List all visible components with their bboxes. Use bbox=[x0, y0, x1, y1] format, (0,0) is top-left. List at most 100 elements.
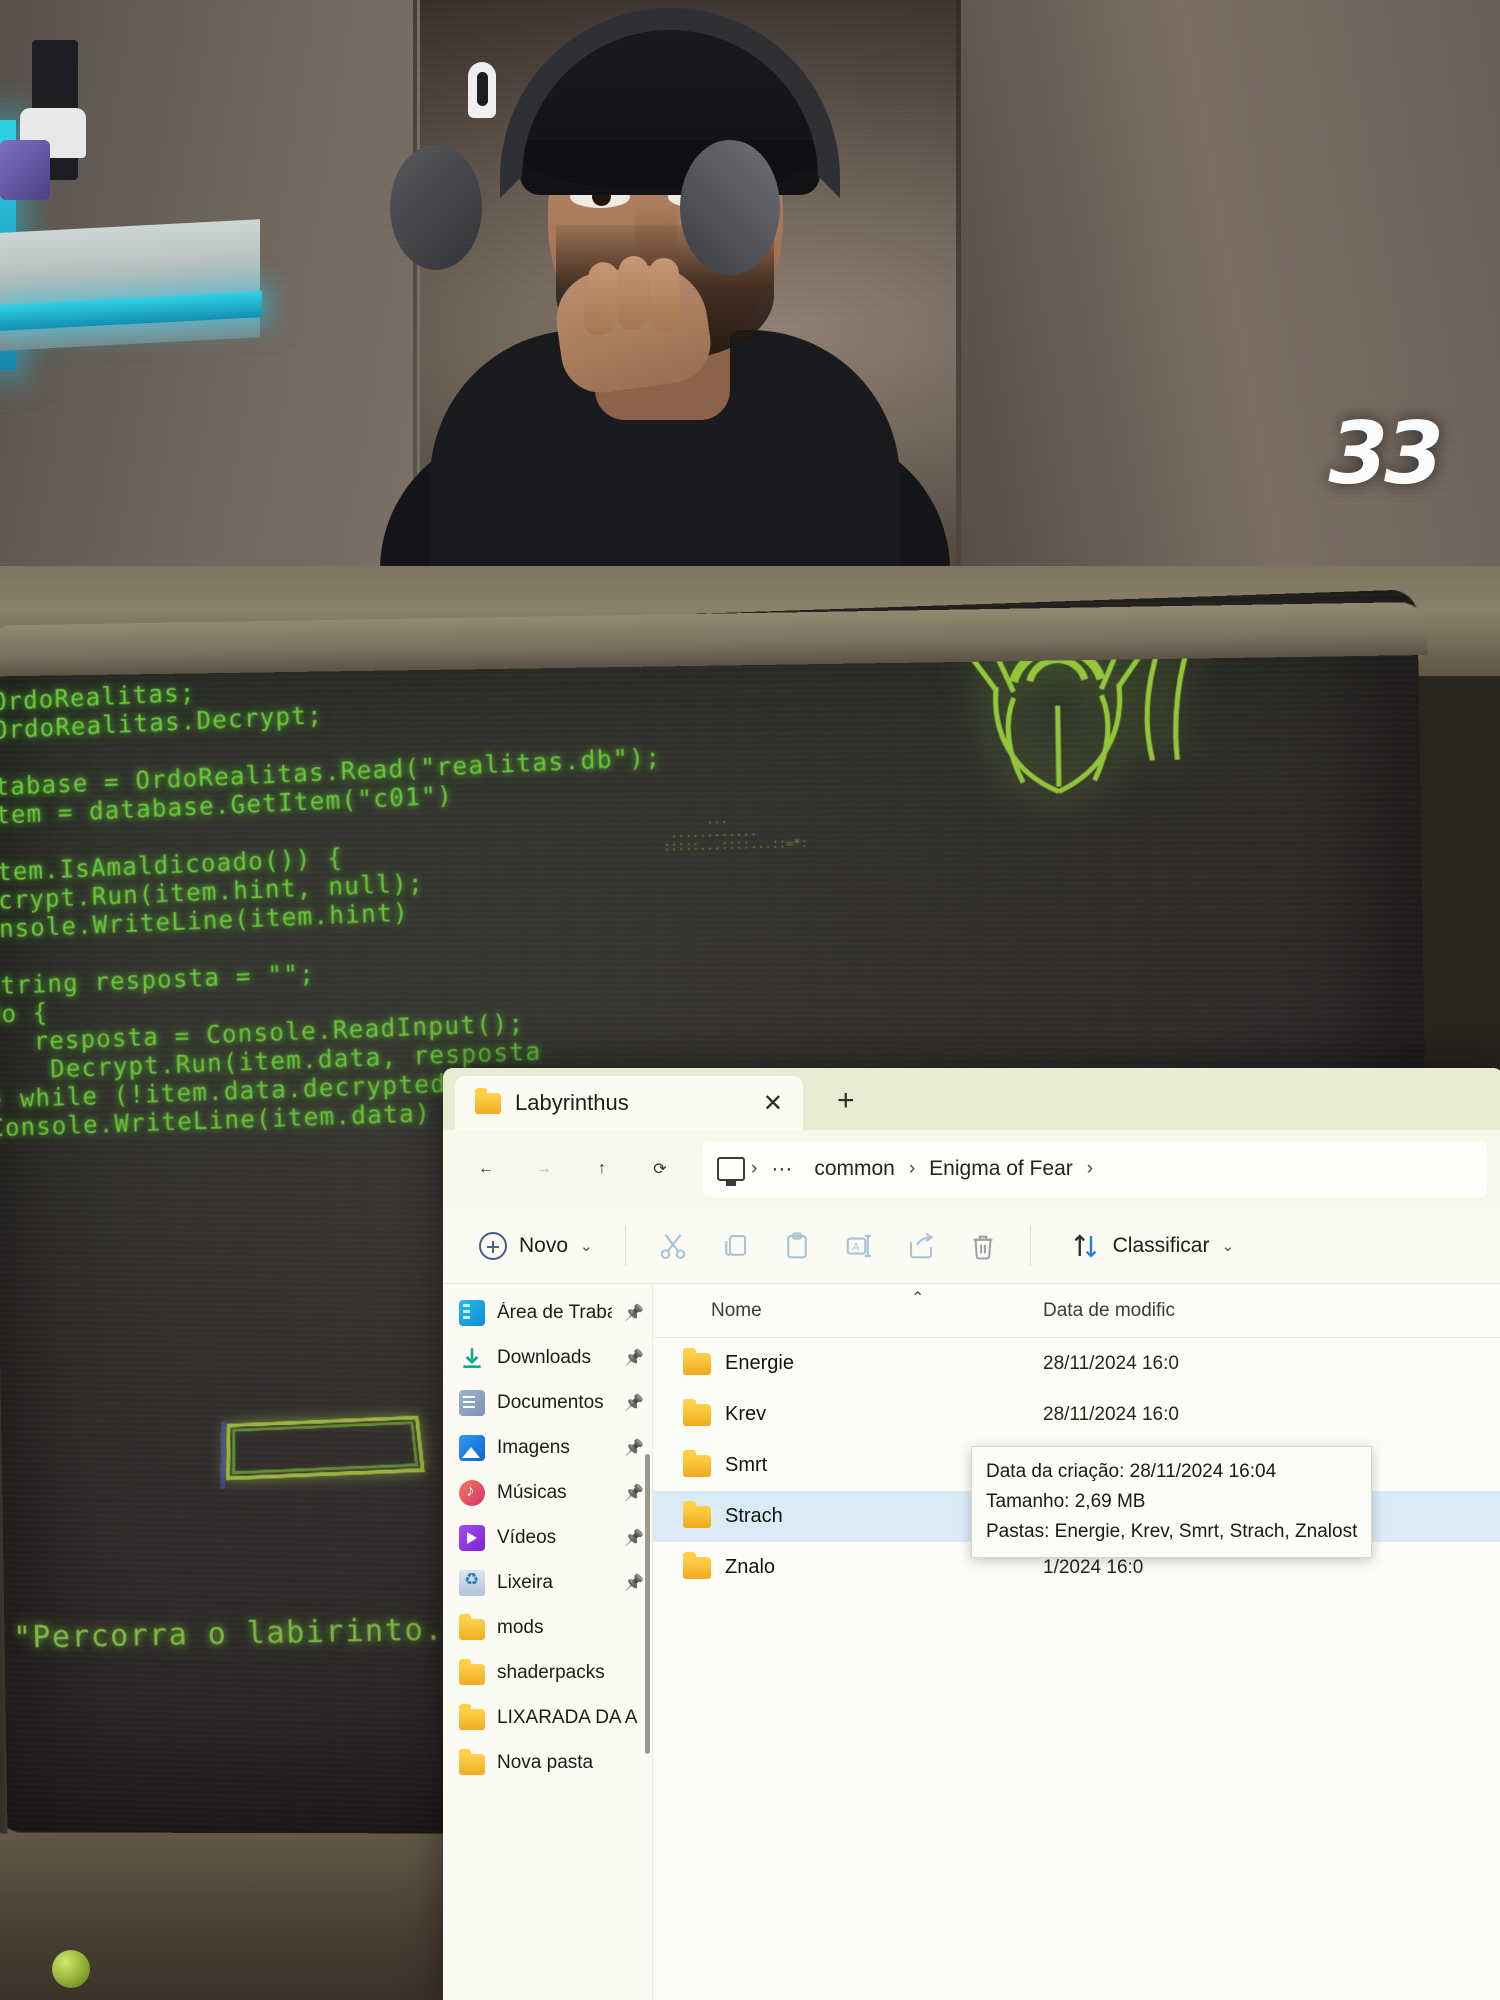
sidebar-item-lixarada-da-a[interactable]: LIXARADA DA A bbox=[443, 1695, 652, 1740]
new-tab-button[interactable]: + bbox=[837, 1084, 855, 1130]
tab-labyrinthus[interactable]: Labyrinthus ✕ bbox=[455, 1076, 803, 1130]
refresh-button[interactable]: ⟳ bbox=[633, 1142, 687, 1196]
back-button[interactable]: ← bbox=[459, 1142, 513, 1196]
this-pc-icon[interactable] bbox=[717, 1157, 745, 1186]
pin-icon[interactable]: 📌 bbox=[624, 1483, 644, 1503]
sidebar-item-lixeira[interactable]: Lixeira 📌 bbox=[443, 1560, 652, 1605]
desk-surface bbox=[0, 219, 260, 351]
file-row-name-cell: Krev bbox=[653, 1398, 1043, 1426]
sidebar-item-downloads[interactable]: Downloads 📌 bbox=[443, 1335, 652, 1380]
tooltip-line-folders: Pastas: Energie, Krev, Smrt, Strach, Zna… bbox=[986, 1521, 1358, 1542]
sidebar-item-label: Lixeira bbox=[497, 1571, 553, 1593]
sidebar-item-label: Área de Traba bbox=[497, 1301, 613, 1323]
close-icon[interactable]: ✕ bbox=[757, 1089, 789, 1118]
sidebar-item-label: Downloads bbox=[497, 1346, 591, 1368]
svg-text:A: A bbox=[852, 1241, 860, 1253]
toolbar-divider-2 bbox=[1029, 1225, 1031, 1266]
file-row-name-cell: Znalo bbox=[653, 1551, 1043, 1579]
sidebar-item-documentos[interactable]: Documentos 📌 bbox=[443, 1380, 652, 1425]
folder-tooltip: Data da criação: 28/11/2024 16:04 Tamanh… bbox=[971, 1446, 1373, 1558]
column-header-modified[interactable]: Data de modific bbox=[1043, 1300, 1500, 1322]
delete-icon[interactable] bbox=[954, 1220, 1012, 1272]
paste-icon[interactable] bbox=[768, 1220, 826, 1272]
file-row-name: Smrt bbox=[725, 1454, 768, 1476]
column-header-name[interactable]: Nome ⌃ bbox=[653, 1290, 1043, 1322]
sidebar-item-label: Imagens bbox=[497, 1436, 570, 1458]
pin-icon[interactable]: 📌 bbox=[624, 1528, 644, 1548]
breadcrumb-common[interactable]: common bbox=[806, 1153, 903, 1185]
pin-icon[interactable]: 📌 bbox=[624, 1393, 644, 1413]
nba-logo-icon bbox=[468, 62, 496, 118]
cut-icon[interactable] bbox=[644, 1220, 702, 1272]
table-row[interactable]: Energie 28/11/2024 16:0 bbox=[653, 1338, 1500, 1389]
folder-icon bbox=[683, 1500, 711, 1528]
sort-button-label: Classificar bbox=[1112, 1233, 1210, 1257]
headphone-earcup-right bbox=[680, 140, 780, 275]
folder-icon bbox=[683, 1347, 711, 1375]
desktop-icon bbox=[459, 1299, 485, 1326]
forward-button[interactable]: → bbox=[517, 1142, 571, 1196]
breadcrumb-enigma-of-fear[interactable]: Enigma of Fear bbox=[921, 1153, 1081, 1185]
tooltip-line-size: Tamanho: 2,69 MB bbox=[986, 1491, 1146, 1512]
folder-icon bbox=[459, 1658, 485, 1685]
sidebar-item-m-sicas[interactable]: Músicas 📌 bbox=[443, 1470, 652, 1515]
explorer-toolbar: Novo ⌄ A Classificar ⌄ bbox=[443, 1208, 1500, 1284]
explorer-tab-bar: Labyrinthus ✕ + bbox=[443, 1068, 1500, 1130]
pin-icon[interactable]: 📌 bbox=[624, 1303, 644, 1323]
sidebar-item-nova-pasta[interactable]: Nova pasta bbox=[443, 1740, 652, 1785]
sidebar-item-rea-de-traba[interactable]: Área de Traba 📌 bbox=[443, 1290, 652, 1335]
file-row-name: Strach bbox=[725, 1505, 783, 1527]
finger-2 bbox=[616, 255, 650, 331]
green-ball-prop bbox=[52, 1950, 90, 1988]
sidebar-item-label: Documentos bbox=[497, 1391, 604, 1413]
table-row[interactable]: Krev 28/11/2024 16:0 bbox=[653, 1389, 1500, 1440]
folder-icon bbox=[459, 1613, 485, 1640]
recycle-bin-icon bbox=[459, 1569, 485, 1596]
breadcrumb-overflow[interactable]: ··· bbox=[763, 1153, 800, 1185]
pin-icon[interactable]: 📌 bbox=[624, 1348, 644, 1368]
copy-icon[interactable] bbox=[706, 1220, 764, 1272]
chevron-down-icon: ⌄ bbox=[580, 1237, 593, 1255]
pin-icon[interactable]: 📌 bbox=[624, 1573, 644, 1593]
desk-object-purple bbox=[0, 140, 50, 200]
sort-ascending-icon: ⌃ bbox=[911, 1289, 925, 1307]
folder-icon bbox=[683, 1398, 711, 1426]
maze-highlight-inner bbox=[232, 1421, 419, 1475]
download-icon bbox=[459, 1345, 485, 1371]
streamer-figure bbox=[380, 0, 950, 566]
game-quote-text: "Percorra o labirinto." bbox=[12, 1611, 465, 1656]
share-icon[interactable] bbox=[892, 1220, 950, 1272]
new-button[interactable]: Novo ⌄ bbox=[465, 1224, 607, 1268]
sidebar-item-shaderpacks[interactable]: shaderpacks bbox=[443, 1650, 652, 1695]
address-bar[interactable]: › ··· common › Enigma of Fear › bbox=[703, 1141, 1487, 1197]
tab-title: Labyrinthus bbox=[515, 1090, 629, 1115]
pin-icon[interactable]: 📌 bbox=[624, 1438, 644, 1458]
column-header-name-label: Nome bbox=[711, 1299, 762, 1321]
folder-icon bbox=[459, 1703, 485, 1730]
sidebar-item-v-deos[interactable]: Vídeos 📌 bbox=[443, 1515, 652, 1560]
tooltip-line-creation-date: Data da criação: 28/11/2024 16:04 bbox=[986, 1461, 1277, 1482]
sidebar-scrollbar[interactable] bbox=[645, 1454, 650, 1754]
new-button-label: Novo bbox=[519, 1233, 569, 1257]
breadcrumb-separator-2: › bbox=[1086, 1158, 1094, 1179]
sidebar-item-label: Músicas bbox=[497, 1481, 567, 1503]
videos-icon bbox=[459, 1524, 485, 1551]
webcam-overlay: 33 bbox=[0, 0, 1500, 566]
breadcrumb-separator-1: › bbox=[908, 1158, 916, 1179]
folder-icon bbox=[683, 1449, 711, 1477]
file-row-name-cell: Energie bbox=[653, 1347, 1043, 1375]
screenshot-root: 33 g OrdoRealitas;g OrdoRealitas.Decrypt… bbox=[0, 0, 1500, 2000]
sidebar-item-label: LIXARADA DA A bbox=[497, 1706, 638, 1728]
explorer-body: Área de Traba 📌 Downloads 📌 Documentos 📌 Image… bbox=[443, 1284, 1500, 2000]
rename-icon[interactable]: A bbox=[830, 1220, 888, 1272]
sort-button[interactable]: Classificar ⌄ bbox=[1059, 1223, 1246, 1269]
headphone-earcup-left bbox=[390, 145, 482, 270]
sidebar-item-mods[interactable]: mods bbox=[443, 1605, 652, 1650]
documents-icon bbox=[459, 1389, 485, 1416]
wall-seam-right bbox=[956, 0, 961, 566]
explorer-file-list-pane: Nome ⌃ Data de modific Energie 28/11/2024… bbox=[653, 1284, 1500, 2000]
folder-icon bbox=[683, 1551, 711, 1579]
sidebar-item-imagens[interactable]: Imagens 📌 bbox=[443, 1425, 652, 1470]
up-button[interactable]: ↑ bbox=[575, 1142, 629, 1196]
explorer-sidebar: Área de Traba 📌 Downloads 📌 Documentos 📌 Image… bbox=[443, 1284, 653, 2000]
